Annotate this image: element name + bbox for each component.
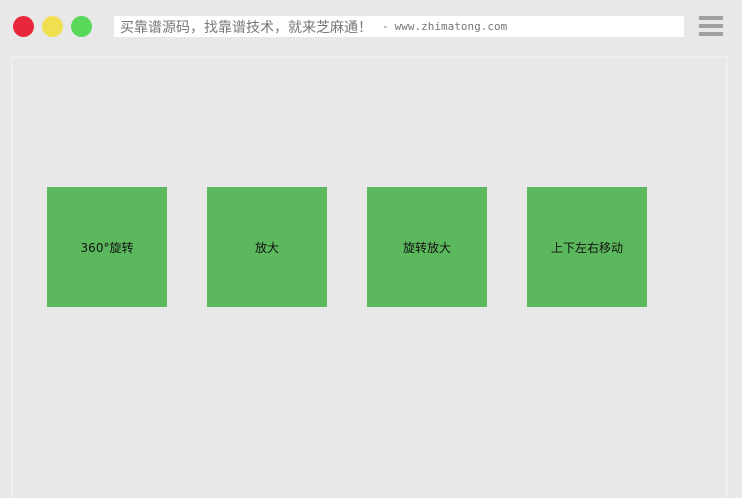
- close-window-button[interactable]: [13, 16, 34, 37]
- page-content: 360°旋转 放大 旋转放大 上下左右移动: [11, 56, 728, 498]
- browser-window: 买靠谱源码，找靠谱技术，就来芝麻通！ - www.zhimatong.com 3…: [0, 0, 742, 498]
- menu-icon-bar: [699, 32, 723, 36]
- box-label: 360°旋转: [80, 240, 134, 255]
- maximize-window-button[interactable]: [71, 16, 92, 37]
- hamburger-menu-icon[interactable]: [699, 16, 723, 36]
- scale-up-box[interactable]: 放大: [207, 187, 327, 307]
- menu-icon-bar: [699, 24, 723, 28]
- menu-icon-bar: [699, 16, 723, 20]
- address-bar-url: www.zhimatong.com: [394, 20, 508, 33]
- box-label: 放大: [254, 240, 279, 255]
- minimize-window-button[interactable]: [42, 16, 63, 37]
- box-label: 旋转放大: [402, 240, 451, 255]
- address-bar-slogan: 买靠谱源码，找靠谱技术，就来芝麻通！: [120, 19, 372, 36]
- box-label: 上下左右移动: [550, 240, 623, 255]
- address-bar[interactable]: 买靠谱源码，找靠谱技术，就来芝麻通！ - www.zhimatong.com: [114, 16, 684, 37]
- rotate-360-box[interactable]: 360°旋转: [47, 187, 167, 307]
- move-directions-box[interactable]: 上下左右移动: [527, 187, 647, 307]
- title-bar: 买靠谱源码，找靠谱技术，就来芝麻通！ - www.zhimatong.com: [0, 0, 742, 52]
- address-bar-separator: -: [382, 20, 389, 33]
- rotate-scale-box[interactable]: 旋转放大: [367, 187, 487, 307]
